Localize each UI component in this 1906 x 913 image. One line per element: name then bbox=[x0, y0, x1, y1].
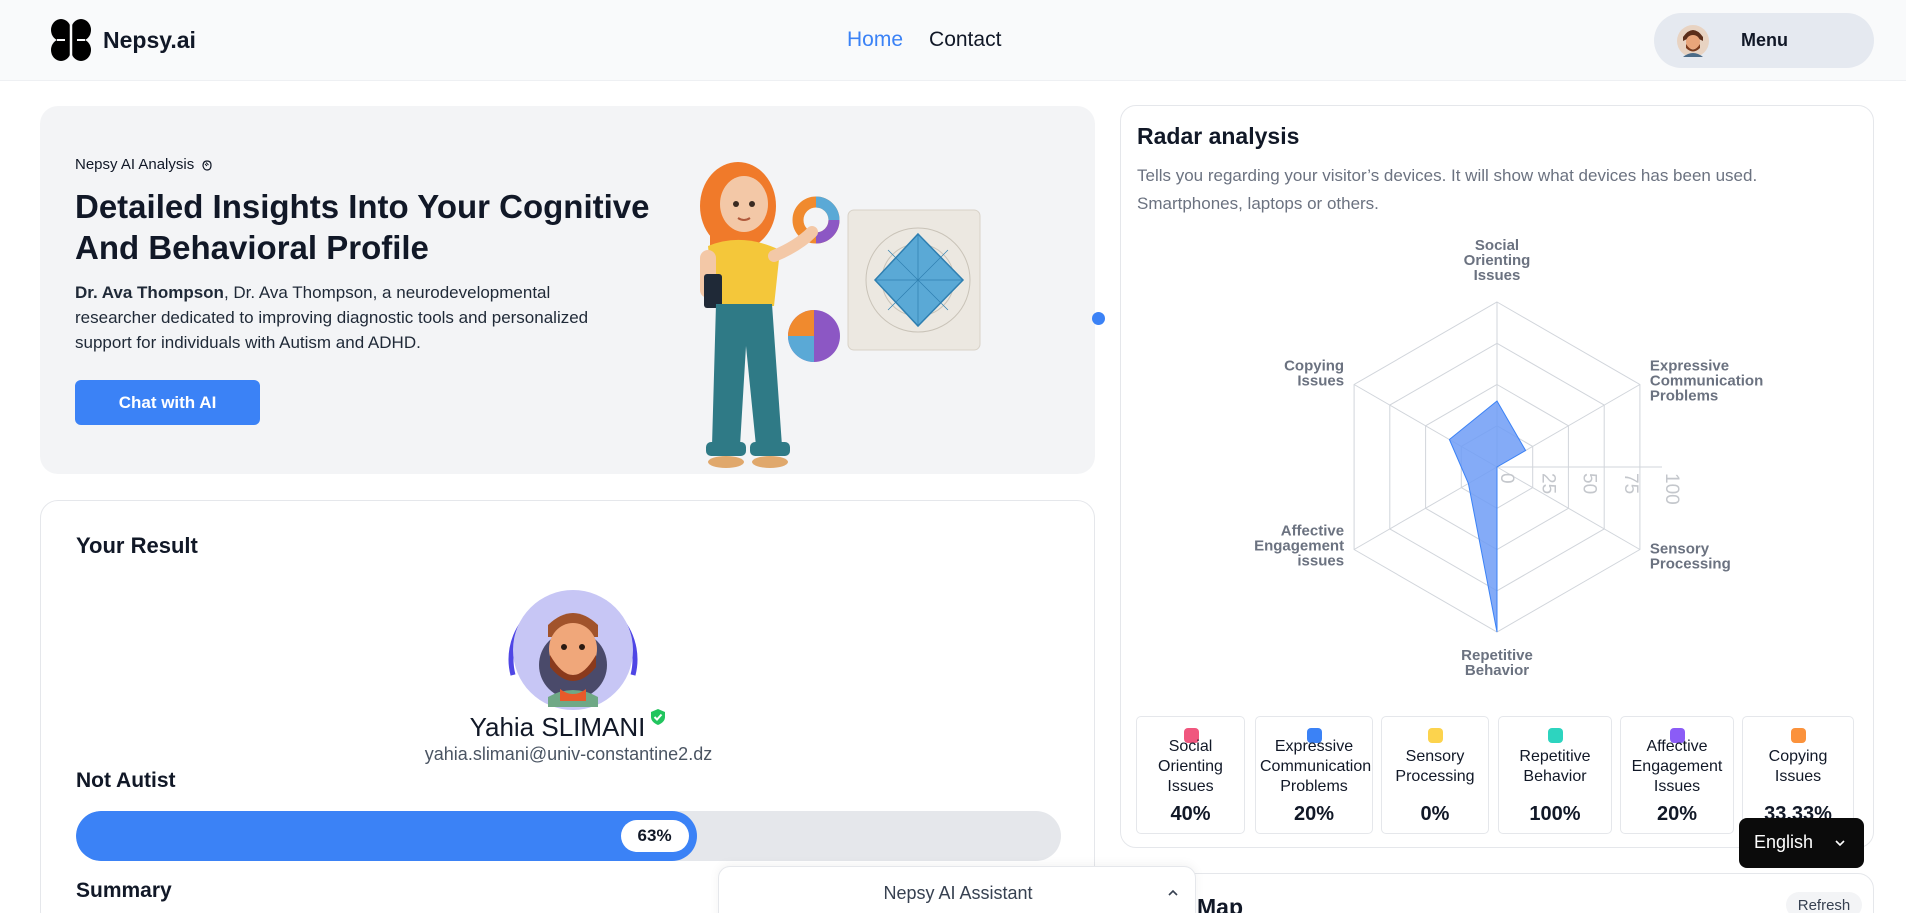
user-avatar-icon bbox=[1677, 25, 1709, 57]
ai-assistant-bar[interactable]: Nepsy AI Assistant bbox=[718, 866, 1196, 913]
radar-tick-label: 0 bbox=[1496, 473, 1517, 484]
stat-color-dot bbox=[1428, 728, 1443, 743]
result-verdict: Not Autist bbox=[76, 769, 176, 792]
map-card: Map Refresh bbox=[1120, 873, 1874, 913]
radar-axis-label: Expressive Communication Problems bbox=[1650, 358, 1763, 405]
map-title: Map bbox=[1197, 894, 1243, 913]
hero-eyebrow-text: Nepsy AI Analysis bbox=[75, 156, 195, 173]
hero-banner: Nepsy AI Analysis Detailed Insights Into… bbox=[40, 106, 1095, 474]
hero-title: Detailed Insights Into Your Cognitive An… bbox=[75, 188, 650, 266]
stat-label: Copying Issues bbox=[1768, 748, 1828, 785]
top-bar: Nepsy.ai Home Contact Menu bbox=[0, 0, 1906, 81]
radar-axis-label: Sensory Processing bbox=[1650, 541, 1731, 573]
result-progress-fill bbox=[76, 811, 697, 861]
result-progress-bar: 63% bbox=[76, 811, 1061, 861]
stat-value: 20% bbox=[1656, 803, 1698, 825]
stat-color-dot bbox=[1548, 728, 1563, 743]
stat-card: Sensory Processing 0% bbox=[1381, 716, 1489, 834]
stat-card: Copying Issues 33.33% bbox=[1742, 716, 1854, 834]
stat-card: Expressive Communication Problems 20% bbox=[1255, 716, 1373, 834]
radar-stats: Social Orienting Issues 40% Expressive Com… bbox=[1136, 716, 1862, 834]
stat-color-dot bbox=[1791, 728, 1806, 743]
logo[interactable]: Nepsy.ai bbox=[47, 16, 196, 64]
language-selected: English bbox=[1754, 832, 1814, 852]
user-name: Yahia SLIMANI bbox=[41, 708, 1096, 743]
chevron-up-icon[interactable] bbox=[1166, 886, 1180, 900]
stat-label: Affective Engagement Issues bbox=[1631, 738, 1723, 795]
verified-icon bbox=[651, 709, 666, 725]
hand-wave-icon bbox=[202, 159, 212, 171]
stat-label: Sensory Processing bbox=[1395, 748, 1475, 785]
stat-value: 40% bbox=[1170, 803, 1211, 825]
result-progress-label: 63% bbox=[620, 820, 689, 852]
radar-data-area bbox=[1448, 400, 1527, 633]
user-email: yahia.slimani@univ-constantine2.dz bbox=[424, 744, 713, 764]
stat-card: Affective Engagement Issues 20% bbox=[1620, 716, 1734, 834]
menu-label: Menu bbox=[1741, 30, 1788, 50]
refresh-button[interactable]: Refresh bbox=[1786, 892, 1862, 913]
radar-card: Radar analysis Tells you regarding your … bbox=[1120, 105, 1874, 848]
ai-assistant-label: Nepsy AI Assistant bbox=[883, 883, 1033, 903]
brain-logo-icon bbox=[51, 19, 91, 61]
radar-tick-label: 50 bbox=[1579, 473, 1600, 494]
hero-illustration bbox=[700, 162, 981, 468]
stat-card: Repetitive Behavior 100% bbox=[1498, 716, 1612, 834]
radar-tick-label: 100 bbox=[1661, 473, 1682, 505]
radar-tick-label: 75 bbox=[1620, 473, 1641, 494]
radar-axis-label: Repetitive Behavior bbox=[1461, 647, 1533, 679]
stat-card: Social Orienting Issues 40% bbox=[1136, 716, 1245, 834]
radar-axis-label: Social Orienting Issues bbox=[1464, 237, 1531, 284]
radar-axis-label: Affective Engagement issues bbox=[1254, 523, 1344, 570]
brand-name: Nepsy.ai bbox=[103, 26, 196, 53]
hero-description: Dr. Ava Thompson, Dr. Ava Thompson, a ne… bbox=[75, 280, 635, 355]
result-title: Your Result bbox=[76, 533, 198, 558]
main-nav: Home Contact bbox=[847, 28, 1001, 52]
carousel-dot[interactable] bbox=[1092, 312, 1105, 325]
radar-axis-label: Copying Issues bbox=[1284, 358, 1344, 390]
summary-heading: Summary bbox=[76, 879, 172, 902]
stat-value: 20% bbox=[1293, 803, 1335, 825]
language-select[interactable]: English bbox=[1739, 818, 1864, 868]
stat-label: Expressive Communication Problems bbox=[1260, 738, 1372, 795]
hero-eyebrow: Nepsy AI Analysis bbox=[75, 156, 214, 173]
stat-value: 0% bbox=[1420, 803, 1450, 825]
nav-contact-link[interactable]: Contact bbox=[929, 28, 1001, 52]
chevron-down-icon bbox=[1835, 840, 1845, 847]
stat-label: Repetitive Behavior bbox=[1519, 748, 1591, 785]
result-card: Your Result Yahia SLIMANI yahia.slimani@… bbox=[40, 500, 1095, 913]
radar-tick-label: 25 bbox=[1537, 473, 1558, 494]
stat-label: Social Orienting Issues bbox=[1158, 738, 1223, 795]
chat-with-ai-button[interactable]: Chat with AI bbox=[75, 380, 260, 425]
radar-chart: 0 25 50 75 100 Social Orienting Issues Expressiv… bbox=[1254, 237, 1763, 679]
menu-button[interactable]: Menu bbox=[1654, 13, 1874, 68]
hero-author: Dr. Ava Thompson bbox=[75, 283, 224, 302]
nav-home-link[interactable]: Home bbox=[847, 28, 903, 52]
stat-value: 100% bbox=[1529, 803, 1581, 825]
user-name-text: Yahia SLIMANI bbox=[469, 712, 646, 742]
